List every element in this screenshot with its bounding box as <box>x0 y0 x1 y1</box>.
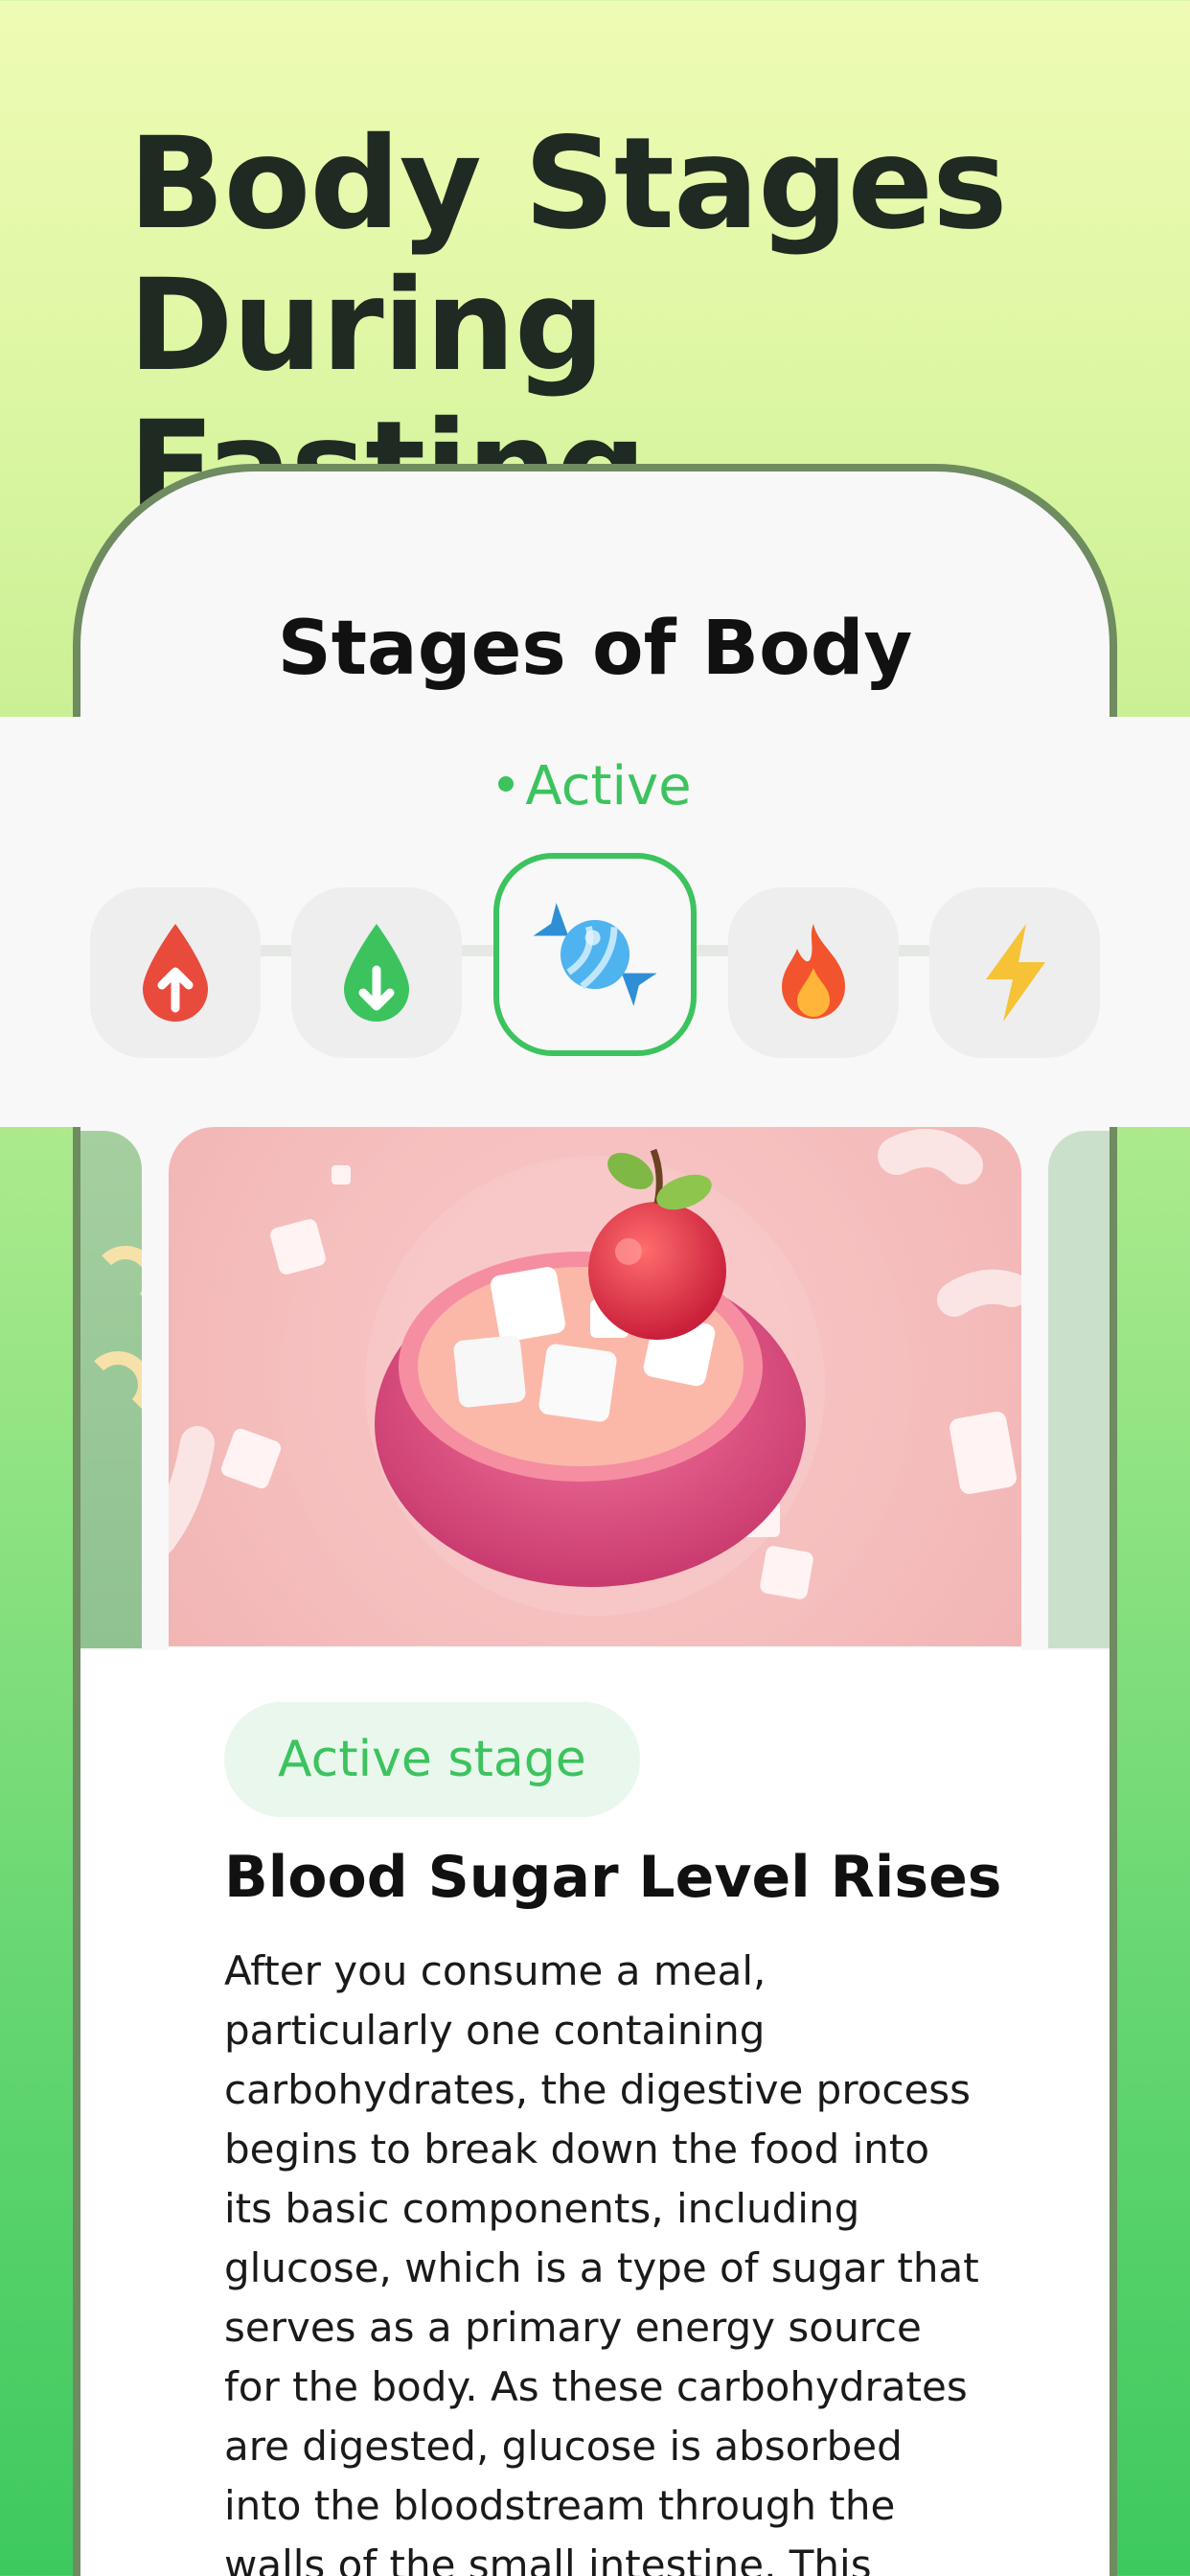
crescent-decoration <box>84 1351 142 1418</box>
previous-stage-card[interactable] <box>80 1131 142 1648</box>
crescent-decoration <box>92 1246 142 1313</box>
active-dot <box>498 775 515 792</box>
stage-title: Blood Sugar Level Rises <box>224 1844 1002 1911</box>
stage-button-fat-burning[interactable] <box>728 887 899 1058</box>
lightning-icon <box>986 924 1045 1022</box>
status-badge: Active stage <box>224 1702 640 1817</box>
sugar-bowl-illustration <box>169 1127 1021 1646</box>
drop-down-icon <box>344 924 409 1022</box>
stage-illustration <box>169 1127 1021 1646</box>
headline-line-1: Body Stages <box>128 110 1008 258</box>
blood-drop-up-icon <box>143 924 208 1022</box>
screen-title: Stages of Body <box>277 606 913 692</box>
stage-button-ketosis[interactable] <box>929 887 1100 1058</box>
active-label: Active <box>525 755 692 817</box>
stage-selector: Active <box>0 717 1190 1127</box>
active-indicator: Active <box>0 755 1190 817</box>
stage-button-blood-sugar-rises[interactable] <box>90 887 261 1058</box>
fire-icon <box>782 924 845 1019</box>
candy-icon <box>533 903 657 1006</box>
stage-description: After you consume a meal, particularly o… <box>224 1947 979 2576</box>
stage-button-blood-sugar-falls[interactable] <box>291 887 462 1058</box>
next-stage-card[interactable] <box>1048 1131 1110 1648</box>
stage-button-active-candy[interactable] <box>493 853 697 1056</box>
stage-card: Active stage Blood Sugar Level Rises Aft… <box>169 1127 1021 2576</box>
